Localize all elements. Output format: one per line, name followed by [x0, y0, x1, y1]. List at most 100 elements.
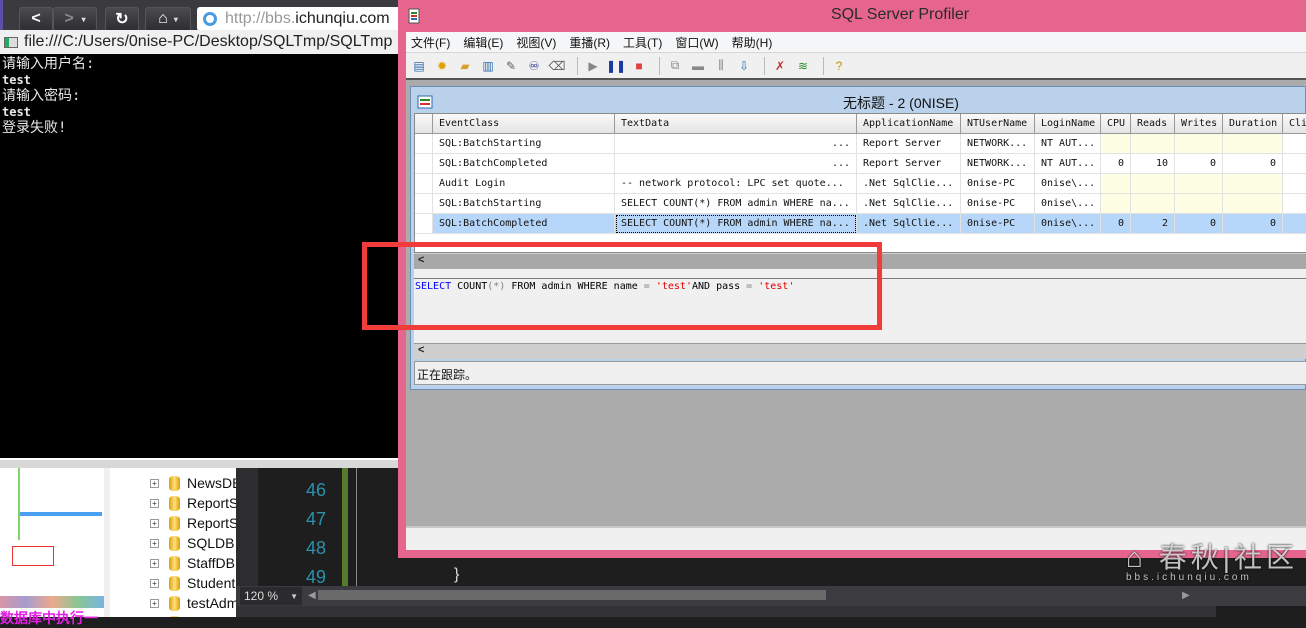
menu-item[interactable]: 工具(T) — [623, 34, 662, 51]
column-header[interactable]: Duration — [1223, 114, 1283, 134]
home-button[interactable]: ⌂ ▾ — [145, 7, 191, 31]
tree-item-database[interactable]: + ReportS — [150, 493, 236, 513]
run-icon[interactable]: ▶ — [584, 57, 602, 75]
table-cell: 0nise\... — [1035, 214, 1101, 234]
table-cell — [1131, 194, 1175, 214]
open-trace-table-icon[interactable]: ▥ — [479, 57, 497, 75]
scroll-left-arrow-icon[interactable]: < — [418, 344, 424, 356]
chevron-down-icon: ▼ — [290, 591, 298, 601]
tree-item-database[interactable]: + StaffDB — [150, 553, 235, 573]
row-selector[interactable] — [415, 214, 433, 234]
column-header[interactable]: LoginName — [1035, 114, 1101, 134]
column-header[interactable]: NTUserName — [961, 114, 1035, 134]
database-name: NewsDB — [187, 475, 236, 491]
row-selector[interactable] — [415, 194, 433, 214]
menu-bar: 文件(F) 编辑(E) 视图(V) 重播(R) 工具(T) 窗口(W) 帮助(H) — [406, 32, 1306, 52]
menu-item[interactable]: 帮助(H) — [732, 34, 773, 51]
open-folder-icon[interactable]: ▰ — [456, 57, 474, 75]
table-cell: -- network protocol: LPC set quote... — [615, 174, 857, 194]
table-row[interactable]: SQL:BatchStarting... Report Server NETWORK… — [415, 134, 1306, 154]
chevron-down-icon: ▾ — [81, 14, 86, 24]
table-cell: SQL:BatchCompleted — [433, 154, 615, 174]
column-header[interactable]: TextData — [615, 114, 857, 134]
watermark-logo: ⌂ 春秋|社区 — [1126, 542, 1298, 573]
stop-icon[interactable]: ■ — [630, 57, 648, 75]
properties-icon[interactable]: ✎ — [502, 57, 520, 75]
detail-horizontal-scrollbar[interactable]: < — [414, 343, 1306, 359]
menu-item[interactable]: 文件(F) — [411, 34, 450, 51]
menu-item[interactable]: 视图(V) — [516, 34, 556, 51]
url-domain: ichunqiu.com — [295, 10, 390, 27]
console-titlebar[interactable]: file:///C:/Users/0nise-PC/Desktop/SQLTmp… — [0, 30, 400, 54]
table-row[interactable]: Audit Login -- network protocol: LPC set … — [415, 174, 1306, 194]
toolbar-separator — [659, 56, 660, 75]
scroll-left-arrow-icon[interactable]: ◀ — [308, 590, 316, 601]
expand-plus-icon[interactable]: + — [150, 498, 159, 508]
column-header[interactable]: EventClass — [433, 114, 615, 134]
console-bottom-border — [0, 458, 400, 468]
menu-item[interactable]: 重播(R) — [569, 34, 610, 51]
expand-plus-icon[interactable]: + — [150, 558, 159, 568]
forward-button[interactable]: > ▾ — [53, 7, 97, 31]
table-row[interactable]: SQL:BatchCompleted SELECT COUNT(*) FROM a… — [415, 214, 1306, 234]
auto-scroll-icon[interactable]: ⇩ — [735, 57, 753, 75]
reload-button[interactable]: ↻ — [105, 7, 139, 31]
table-cell: 0 — [1175, 214, 1223, 234]
tree-item-database[interactable]: + ReportS — [150, 513, 236, 533]
database-name: SQLDB — [187, 535, 235, 551]
globe-icon — [203, 12, 217, 26]
column-header[interactable]: ApplicationName — [857, 114, 961, 134]
perfmon-icon[interactable]: ≋ — [794, 57, 812, 75]
chevron-right-icon: > — [64, 10, 74, 27]
table-cell: Report Server — [857, 134, 961, 154]
tree-item-database[interactable]: + SQLDB — [150, 533, 234, 553]
expand-plus-icon[interactable]: + — [150, 478, 159, 488]
grid-header-row: EventClass TextData ApplicationName NTUserN… — [415, 114, 1306, 134]
column-header[interactable]: CPU — [1101, 114, 1131, 134]
replay-cursor-icon[interactable]: ⫼ — [712, 57, 730, 75]
toolbar-separator — [577, 56, 578, 75]
help-icon[interactable]: ? — [830, 57, 848, 75]
expand-plus-icon[interactable]: + — [150, 538, 159, 548]
zoom-level-select[interactable]: 120 % ▼ — [240, 587, 302, 605]
scroll-right-arrow-icon[interactable]: ▶ — [1182, 590, 1190, 601]
find-icon[interactable]: ♾ — [525, 57, 543, 75]
column-header[interactable]: Clie — [1283, 114, 1306, 134]
tree-item-database[interactable]: + StudentD — [150, 573, 236, 593]
console-app-icon — [4, 36, 18, 48]
tuning-advisor-icon[interactable]: ✗ — [771, 57, 789, 75]
line-number: 47 — [305, 509, 326, 529]
reload-icon: ↻ — [115, 11, 129, 28]
menu-item[interactable]: 窗口(W) — [675, 34, 718, 51]
replay-breakpoint-icon[interactable]: ▬ — [689, 57, 707, 75]
pause-icon[interactable]: ❚❚ — [606, 57, 626, 75]
row-selector[interactable] — [415, 174, 433, 194]
table-cell: ... — [615, 134, 857, 154]
new-file-icon[interactable]: ✹ — [433, 57, 451, 75]
url-input[interactable]: http://bbs. ichunqiu.com — [197, 7, 403, 31]
row-selector[interactable] — [415, 154, 433, 174]
new-trace-icon[interactable]: ▤ — [410, 57, 428, 75]
tree-item-database[interactable]: + testAdm — [150, 593, 236, 613]
expand-plus-icon[interactable]: + — [150, 598, 159, 608]
clear-icon[interactable]: ⌫ — [548, 57, 566, 75]
table-row[interactable]: SQL:BatchStarting SELECT COUNT(*) FROM ad… — [415, 194, 1306, 214]
column-header[interactable]: Writes — [1175, 114, 1223, 134]
column-header[interactable]: Reads — [1131, 114, 1175, 134]
tree-item-database[interactable]: +WitterDa — [150, 613, 236, 617]
replay-step-icon[interactable]: ⧉ — [666, 57, 684, 75]
thumbnail-panel: 数据库中执行一 — [0, 468, 104, 626]
table-cell: SQL:BatchCompleted — [433, 214, 615, 234]
row-selector[interactable] — [415, 134, 433, 154]
tree-item-database[interactable]: + NewsDB — [150, 473, 236, 493]
horizontal-scrollbar-thumb[interactable] — [318, 590, 826, 600]
zoom-level-value: 120 % — [244, 589, 279, 603]
table-row[interactable]: SQL:BatchCompleted... Report Server NETWOR… — [415, 154, 1306, 174]
expand-plus-icon[interactable]: + — [150, 518, 159, 528]
database-name: StaffDB — [187, 555, 235, 571]
back-button[interactable]: < — [19, 7, 53, 31]
table-cell: NETWORK... — [961, 154, 1035, 174]
console-line: 请输入密码: — [2, 88, 81, 104]
expand-plus-icon[interactable]: + — [150, 578, 159, 588]
menu-item[interactable]: 编辑(E) — [463, 34, 503, 51]
